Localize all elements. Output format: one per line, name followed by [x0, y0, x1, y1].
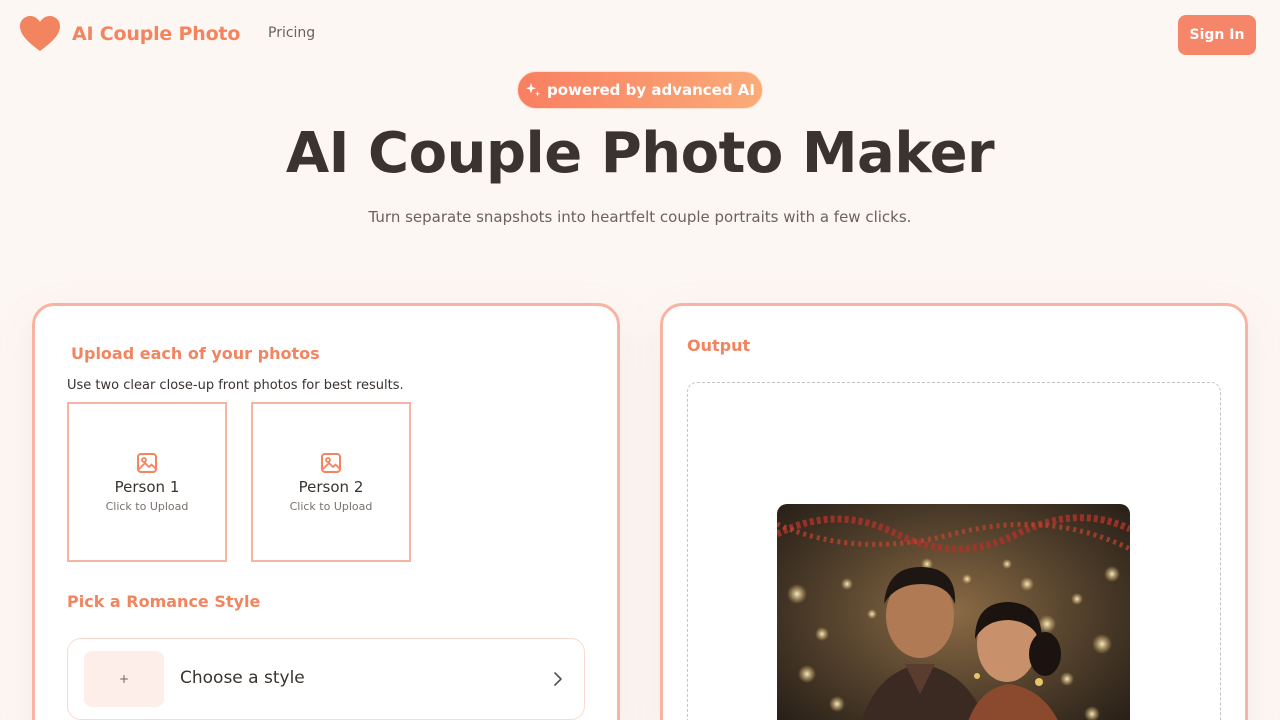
page-title: AI Couple Photo Maker — [285, 121, 995, 186]
output-card: Output — [660, 303, 1248, 720]
couple-photo-image — [777, 504, 1130, 720]
heart-icon — [20, 16, 60, 51]
input-card: Upload each of your photos Use two clear… — [32, 303, 620, 720]
upload-person-1[interactable]: Person 1 Click to Upload — [67, 402, 227, 562]
style-section-title: Pick a Romance Style — [67, 592, 261, 611]
upload-person-2[interactable]: Person 2 Click to Upload — [251, 402, 411, 562]
image-icon — [137, 452, 157, 473]
upload-person-1-action: Click to Upload — [105, 499, 189, 513]
sparkle-icon — [526, 83, 540, 97]
output-photo[interactable] — [777, 504, 1130, 720]
style-thumbnail-placeholder: + — [84, 651, 164, 707]
ai-badge: powered by advanced AI — [517, 71, 763, 109]
upload-section-title: Upload each of your photos — [71, 344, 320, 363]
page-subtitle: Turn separate snapshots into heartfelt c… — [368, 208, 912, 226]
header: AI Couple Photo Pricing Sign In — [0, 0, 1280, 70]
upload-hint: Use two clear close-up front photos for … — [67, 378, 404, 393]
image-icon — [321, 452, 341, 473]
badge-text: powered by advanced AI — [547, 81, 755, 99]
upload-person-2-name: Person 2 — [298, 477, 364, 496]
nav-pricing-link[interactable]: Pricing — [268, 25, 315, 41]
sign-in-button[interactable]: Sign In — [1178, 15, 1256, 55]
output-title: Output — [687, 336, 751, 355]
chevron-right-icon — [554, 672, 562, 686]
upload-person-2-action: Click to Upload — [289, 499, 373, 513]
brand-name: AI Couple Photo — [72, 23, 241, 45]
style-picker-label: Choose a style — [180, 668, 305, 688]
output-frame — [687, 382, 1221, 720]
style-picker[interactable]: + Choose a style — [67, 638, 585, 720]
upload-person-1-name: Person 1 — [114, 477, 180, 496]
brand-logo[interactable]: AI Couple Photo — [20, 16, 240, 52]
